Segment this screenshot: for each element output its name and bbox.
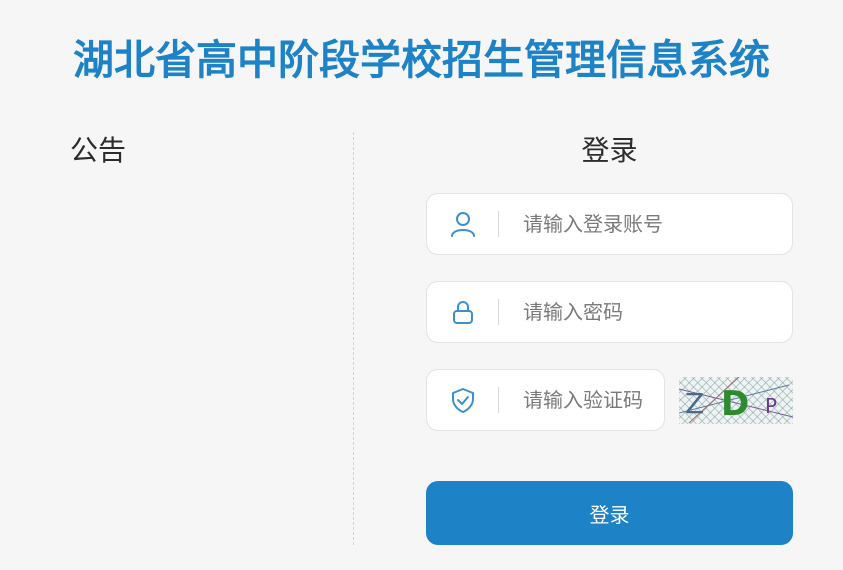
user-icon <box>449 210 477 238</box>
lock-icon <box>449 298 477 326</box>
page-title: 湖北省高中阶段学校招生管理信息系统 <box>73 36 770 84</box>
notice-heading: 公告 <box>70 134 127 167</box>
section-divider <box>353 132 354 545</box>
captcha-field <box>426 369 665 431</box>
field-separator <box>498 211 499 237</box>
login-heading: 登录 <box>581 134 638 167</box>
password-input[interactable] <box>523 294 773 330</box>
account-input[interactable] <box>523 206 773 242</box>
captcha-char-2: D <box>721 384 749 424</box>
password-field <box>426 281 793 343</box>
shield-check-icon <box>449 386 477 414</box>
captcha-char-3: P <box>765 394 777 418</box>
login-button[interactable]: 登录 <box>426 481 793 545</box>
captcha-char-1: Z <box>685 387 704 420</box>
captcha-image[interactable]: Z D P <box>679 377 793 424</box>
account-field <box>426 193 793 255</box>
field-separator <box>498 387 499 413</box>
field-separator <box>498 299 499 325</box>
captcha-input[interactable] <box>523 382 658 418</box>
